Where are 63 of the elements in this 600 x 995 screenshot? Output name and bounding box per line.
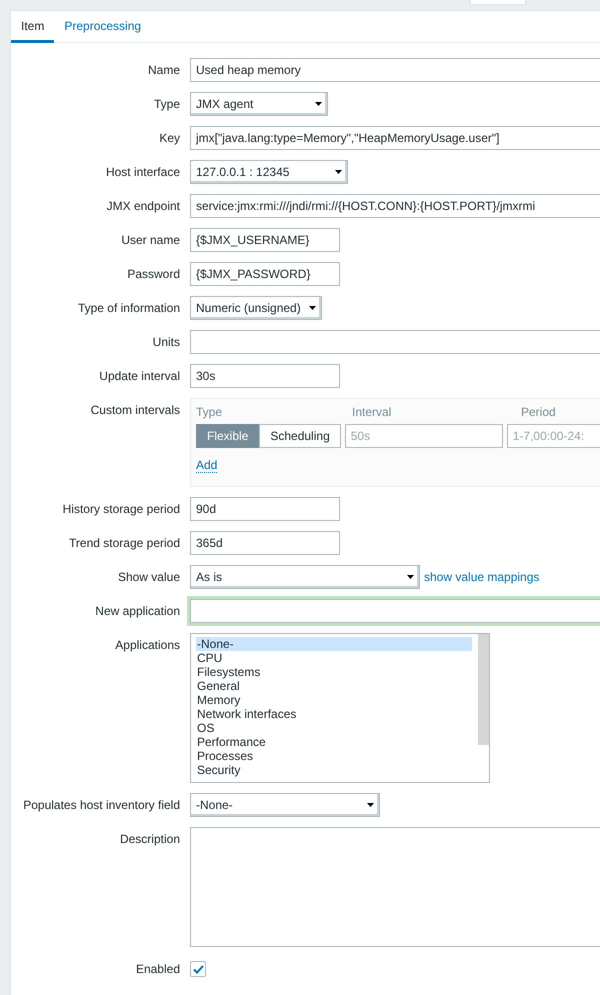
caret-icon: [407, 575, 414, 579]
field-label: User name: [120, 232, 181, 249]
field-label: Trend storage period: [68, 535, 181, 552]
column-header: Type: [196, 404, 224, 420]
text-field[interactable]: 365d: [190, 531, 340, 555]
segment-button[interactable]: Scheduling: [259, 424, 341, 448]
list-option[interactable]: Filesystems: [196, 665, 472, 679]
field-label: Type of information: [76, 300, 181, 317]
caret-icon: [335, 170, 342, 174]
description-field[interactable]: [190, 827, 600, 947]
text-field[interactable]: [190, 330, 600, 354]
field-label: Name: [146, 62, 181, 79]
field-label: Update interval: [98, 368, 181, 385]
text-field[interactable]: 90d: [190, 497, 340, 521]
field-label: Units: [152, 334, 181, 351]
field-label: Enabled: [134, 961, 181, 978]
field-label: Key: [158, 130, 181, 147]
field-label: Host interface: [104, 164, 181, 181]
dropdown[interactable]: As is: [190, 565, 420, 589]
checkbox[interactable]: [190, 961, 206, 977]
show-value-mappings-link[interactable]: show value mappings: [424, 565, 540, 589]
list-option[interactable]: OS: [196, 721, 472, 735]
list-option[interactable]: Performance: [196, 735, 472, 749]
add-link[interactable]: Add: [196, 458, 218, 473]
text-field[interactable]: {$JMX_USERNAME}: [190, 228, 340, 252]
field-label: Description: [118, 831, 181, 848]
period-field[interactable]: 1-7,00:00-24:: [506, 424, 600, 448]
caret-icon: [367, 803, 374, 807]
text-field[interactable]: service:jmx:rmi:///jndi/rmi://{HOST.CONN}:{HOST.PORT}/jmxrmi: [190, 194, 600, 218]
checkmark-icon: [192, 964, 204, 974]
field-label: History storage period: [62, 501, 181, 518]
field-label: Password: [126, 266, 181, 283]
interval-field[interactable]: 50s: [344, 424, 503, 448]
list-option[interactable]: CPU: [196, 651, 472, 665]
list-option[interactable]: -None-: [196, 637, 472, 651]
text-field[interactable]: 30s: [190, 364, 340, 388]
applications-listbox[interactable]: -None- CPU Filesystems General Memory Network interfaces OS Performance Processes Security: [190, 633, 490, 783]
tab[interactable]: Item: [11, 11, 54, 43]
text-field[interactable]: jmx["java.lang:type=Memory","HeapMemoryUsage.user"]: [190, 126, 600, 150]
field-label: Applications: [114, 637, 181, 654]
list-option[interactable]: Processes: [196, 749, 472, 763]
list-option[interactable]: General: [196, 679, 472, 693]
dropdown[interactable]: -None-: [190, 793, 380, 817]
list-option[interactable]: Network interfaces: [196, 707, 472, 721]
dropdown[interactable]: JMX agent: [190, 92, 328, 116]
field-label: Show value: [116, 569, 181, 586]
caret-icon: [309, 306, 316, 310]
text-field[interactable]: Used heap memory: [190, 58, 600, 82]
column-header: Interval: [352, 404, 392, 420]
caret-icon: [315, 102, 322, 106]
list-option[interactable]: Memory: [196, 693, 472, 707]
field-label: Custom intervals: [90, 402, 181, 419]
text-field[interactable]: {$JMX_PASSWORD}: [190, 262, 340, 286]
tab[interactable]: Preprocessing: [54, 11, 152, 43]
column-header: Period: [521, 404, 557, 420]
dropdown[interactable]: Numeric (unsigned): [190, 296, 322, 320]
field-label: New application: [94, 603, 181, 620]
field-label: JMX endpoint: [106, 198, 181, 215]
dropdown[interactable]: 127.0.0.1 : 12345: [190, 160, 348, 184]
list-option[interactable]: Security: [196, 763, 472, 777]
field-label: Type: [152, 96, 181, 113]
text-field[interactable]: [190, 599, 600, 623]
field-label: Populates host inventory field: [22, 797, 181, 814]
